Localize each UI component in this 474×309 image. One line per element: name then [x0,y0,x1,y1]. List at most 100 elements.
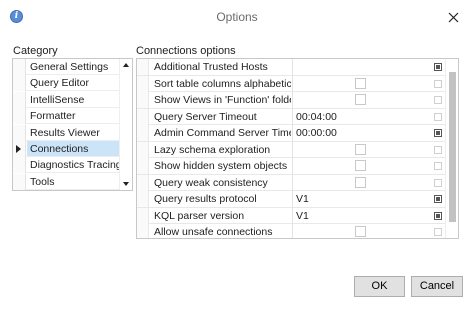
options-grid[interactable]: Additional Trusted Hosts Sort table colum… [136,58,459,239]
option-name: Additional Trusted Hosts [154,61,268,73]
category-item[interactable]: Diagnostics Tracing [13,157,122,174]
category-scrollbar[interactable] [119,59,132,190]
column-divider [292,158,293,174]
category-item[interactable]: IntelliSense [13,91,120,108]
option-name: Show Views in 'Function' folder [154,94,291,106]
row-gutter [13,108,26,125]
option-row[interactable]: Sort table columns alphabetically [137,75,446,92]
reset-default-icon[interactable] [434,195,442,203]
option-row[interactable]: Show Views in 'Function' folder [137,92,446,109]
row-gutter [137,125,149,141]
row-gutter [137,207,149,224]
reset-default-icon[interactable] [434,178,442,187]
column-divider [292,92,293,108]
row-gutter [13,75,26,92]
option-name: Lazy schema exploration [154,143,271,156]
row-gutter [137,224,149,238]
title-bar: i Options [0,0,474,34]
option-row[interactable]: Lazy schema exploration [137,141,446,158]
option-row[interactable]: KQL parser version V1 [137,207,446,224]
category-item[interactable]: Tools [13,173,120,190]
row-gutter [13,157,26,174]
reset-default-icon[interactable] [434,112,442,121]
column-divider [292,207,293,224]
option-value[interactable]: 00:00:00 [296,127,337,139]
category-item[interactable]: Connections [13,141,120,157]
option-row[interactable]: Admin Command Server Timeout 00:00:00 [137,125,446,142]
row-gutter [137,75,149,92]
ok-button[interactable]: OK [354,276,405,297]
option-checkbox[interactable] [355,160,366,171]
category-item-label: Tools [30,175,55,188]
column-divider [292,108,293,125]
column-divider [292,141,293,158]
option-value[interactable]: V1 [296,193,309,205]
option-value[interactable]: V1 [296,210,309,222]
dialog-footer: OK Cancel [0,266,474,309]
reset-default-icon[interactable] [434,129,442,137]
reset-default-icon[interactable] [434,79,442,88]
row-gutter [13,173,26,190]
option-checkbox[interactable] [355,226,366,237]
option-checkbox[interactable] [355,176,366,188]
option-checkbox[interactable] [355,77,366,89]
window-title: Options [216,10,258,24]
option-name: Query results protocol [154,193,257,205]
row-gutter [137,158,149,174]
column-divider [292,75,293,92]
option-name: Query Server Timeout [154,110,257,123]
reset-default-icon[interactable] [434,63,442,71]
category-item-label: Connections [30,143,89,155]
category-item[interactable]: Formatter [13,108,120,125]
option-checkbox[interactable] [355,94,366,105]
column-divider [292,59,293,75]
column-divider [292,125,293,141]
options-scrollbar[interactable] [445,59,458,238]
category-item-label: Query Editor [30,77,89,90]
option-row[interactable]: Query weak consistency [137,174,446,191]
options-heading: Connections options [136,45,236,57]
category-item[interactable]: General Settings [13,59,120,75]
reset-default-icon[interactable] [434,228,442,236]
row-gutter [137,141,149,158]
option-name: Admin Command Server Timeout [154,127,291,139]
close-icon [448,12,458,22]
category-item-label: Results Viewer [30,126,100,139]
option-row[interactable]: Query Server Timeout 00:04:00 [137,108,446,125]
reset-default-icon[interactable] [434,162,442,170]
cancel-button[interactable]: Cancel [411,276,463,297]
reset-default-icon[interactable] [434,145,442,154]
row-gutter [13,124,26,141]
option-name: Show hidden system objects [154,160,288,172]
scrollbar-thumb[interactable] [449,72,456,222]
category-heading: Category [13,45,58,57]
row-gutter [137,108,149,125]
category-item-label: IntelliSense [30,93,85,106]
option-row[interactable]: Query results protocol V1 [137,191,446,208]
category-item-label: General Settings [30,61,109,73]
row-gutter [137,92,149,108]
category-item-label: Diagnostics Tracing [30,159,122,172]
category-item[interactable]: Query Editor [13,75,120,92]
option-name: Sort table columns alphabetically [154,77,291,90]
option-checkbox[interactable] [355,143,366,155]
reset-default-icon[interactable] [434,96,442,104]
row-gutter [13,91,26,108]
option-row[interactable]: Show hidden system objects [137,158,446,175]
option-value[interactable]: 00:04:00 [296,111,337,123]
category-list[interactable]: General Settings Query Editor IntelliSense… [12,58,133,191]
row-gutter [137,174,149,191]
row-gutter [13,141,26,157]
scroll-up-icon[interactable] [123,63,129,67]
reset-default-icon[interactable] [434,211,442,220]
row-gutter [13,59,26,75]
close-button[interactable] [440,6,466,28]
row-gutter [137,59,149,75]
option-row[interactable]: Allow unsafe connections [137,224,446,238]
column-divider [292,224,293,238]
scroll-down-icon[interactable] [123,182,129,186]
row-selector-arrow-icon [16,145,21,153]
row-gutter [137,191,149,207]
option-row[interactable]: Additional Trusted Hosts [137,59,446,76]
category-item[interactable]: Results Viewer [13,124,120,141]
